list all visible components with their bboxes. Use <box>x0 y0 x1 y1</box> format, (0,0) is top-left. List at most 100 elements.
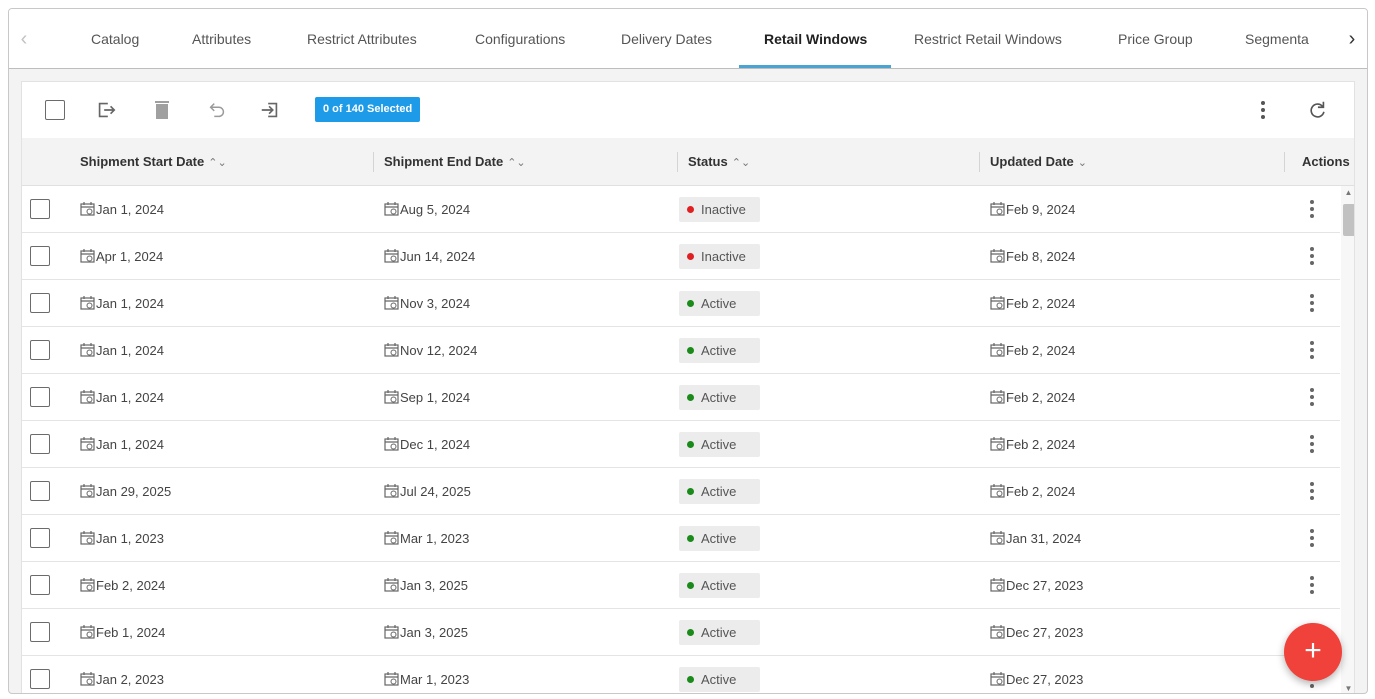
tab-retail-windows[interactable]: Retail Windows <box>764 9 867 69</box>
row-actions-icon[interactable] <box>1305 386 1319 408</box>
table-row[interactable]: Feb 1, 2024 Jan 3, 2025 Active Dec 27, 2… <box>22 609 1340 656</box>
row-checkbox[interactable] <box>30 622 50 642</box>
row-actions-icon[interactable] <box>1305 527 1319 549</box>
row-checkbox[interactable] <box>30 575 50 595</box>
calendar-icon <box>384 249 399 263</box>
calendar-icon <box>990 296 1005 310</box>
table-row[interactable]: Apr 1, 2024 Jun 14, 2024 Inactive Feb 8,… <box>22 233 1340 280</box>
end-date-cell: Jul 24, 2025 <box>384 468 471 515</box>
updated-date-cell: Feb 2, 2024 <box>990 327 1075 374</box>
calendar-icon <box>80 343 95 357</box>
calendar-icon <box>990 672 1005 686</box>
start-date-cell: Jan 1, 2024 <box>80 421 164 468</box>
row-actions-icon[interactable] <box>1305 339 1319 361</box>
table-row[interactable]: Jan 2, 2023 Mar 1, 2023 Active Dec 27, 2… <box>22 656 1340 693</box>
import-icon[interactable] <box>257 97 283 123</box>
calendar-icon <box>990 531 1005 545</box>
status-dot <box>687 441 694 448</box>
table-row[interactable]: Jan 1, 2024 Nov 3, 2024 Active Feb 2, 20… <box>22 280 1340 327</box>
row-actions-icon[interactable] <box>1305 480 1319 502</box>
col-updated-date[interactable]: Updated Date ⌄ <box>990 138 1087 186</box>
sort-icon: ⌃⌄ <box>507 157 526 169</box>
table-row[interactable]: Jan 1, 2024 Nov 12, 2024 Active Feb 2, 2… <box>22 327 1340 374</box>
status-dot <box>687 394 694 401</box>
tab-attributes[interactable]: Attributes <box>192 9 251 69</box>
row-actions-icon[interactable] <box>1305 198 1319 220</box>
more-vert-icon[interactable] <box>1250 97 1276 123</box>
tab-segmenta[interactable]: Segmenta <box>1245 9 1309 69</box>
calendar-icon <box>384 578 399 592</box>
updated-date-cell: Dec 27, 2023 <box>990 562 1083 609</box>
delete-icon[interactable] <box>149 97 175 123</box>
tab-restrict-retail-windows[interactable]: Restrict Retail Windows <box>914 9 1062 69</box>
status-dot <box>687 206 694 213</box>
export-icon[interactable] <box>93 97 119 123</box>
row-checkbox[interactable] <box>30 528 50 548</box>
table-row[interactable]: Jan 1, 2024 Aug 5, 2024 Inactive Feb 9, … <box>22 186 1340 233</box>
table-row[interactable]: Feb 2, 2024 Jan 3, 2025 Active Dec 27, 2… <box>22 562 1340 609</box>
table-row[interactable]: Jan 29, 2025 Jul 24, 2025 Active Feb 2, … <box>22 468 1340 515</box>
vertical-scrollbar[interactable]: ▲ ▼ <box>1341 186 1354 693</box>
calendar-icon <box>80 437 95 451</box>
calendar-icon <box>990 625 1005 639</box>
table-row[interactable]: Jan 1, 2023 Mar 1, 2023 Active Jan 31, 2… <box>22 515 1340 562</box>
tab-catalog[interactable]: Catalog <box>91 9 139 69</box>
tab-restrict-attributes[interactable]: Restrict Attributes <box>307 9 417 69</box>
refresh-icon[interactable] <box>1304 97 1330 123</box>
row-actions-icon[interactable] <box>1305 245 1319 267</box>
column-divider <box>979 152 980 172</box>
sort-icon: ⌄ <box>1077 157 1088 169</box>
calendar-icon <box>384 531 399 545</box>
add-retail-window-button[interactable]: + <box>1284 623 1342 681</box>
start-date-cell: Feb 1, 2024 <box>80 609 165 656</box>
status-dot <box>687 347 694 354</box>
tab-configurations[interactable]: Configurations <box>475 9 565 69</box>
table-row[interactable]: Jan 1, 2024 Sep 1, 2024 Active Feb 2, 20… <box>22 374 1340 421</box>
start-date-cell: Jan 1, 2023 <box>80 515 164 562</box>
row-checkbox[interactable] <box>30 199 50 219</box>
scroll-up-icon[interactable]: ▲ <box>1341 186 1354 200</box>
tab-delivery-dates[interactable]: Delivery Dates <box>621 9 712 69</box>
col-status[interactable]: Status ⌃⌄ <box>688 138 750 186</box>
selection-count-badge: 0 of 140 Selected <box>315 97 421 122</box>
status-badge: Active <box>679 432 760 457</box>
col-shipment-start-date[interactable]: Shipment Start Date ⌃⌄ <box>80 138 227 186</box>
row-checkbox[interactable] <box>30 340 50 360</box>
status-badge: Active <box>679 620 760 645</box>
sort-icon: ⌃⌄ <box>208 157 227 169</box>
row-checkbox[interactable] <box>30 293 50 313</box>
calendar-icon <box>990 390 1005 404</box>
tab-price-group[interactable]: Price Group <box>1118 9 1193 69</box>
calendar-icon <box>384 390 399 404</box>
scrollbar-thumb[interactable] <box>1343 204 1354 236</box>
row-checkbox[interactable] <box>30 387 50 407</box>
status-dot <box>687 253 694 260</box>
row-checkbox[interactable] <box>30 434 50 454</box>
tab-scroll-left-icon[interactable]: ‹ <box>9 9 39 69</box>
calendar-icon <box>80 531 95 545</box>
row-actions-icon[interactable] <box>1305 574 1319 596</box>
col-shipment-end-date[interactable]: Shipment End Date ⌃⌄ <box>384 138 526 186</box>
end-date-cell: Nov 3, 2024 <box>384 280 470 327</box>
updated-date-cell: Feb 9, 2024 <box>990 186 1075 233</box>
calendar-icon <box>384 343 399 357</box>
table-row[interactable]: Jan 1, 2024 Dec 1, 2024 Active Feb 2, 20… <box>22 421 1340 468</box>
app-window: ‹ Catalog Attributes Restrict Attributes… <box>8 8 1368 694</box>
updated-date-cell: Feb 2, 2024 <box>990 421 1075 468</box>
tab-scroll-right-icon[interactable]: › <box>1337 9 1367 69</box>
column-divider <box>373 152 374 172</box>
scroll-down-icon[interactable]: ▼ <box>1341 682 1354 693</box>
row-checkbox[interactable] <box>30 481 50 501</box>
row-actions-icon[interactable] <box>1305 292 1319 314</box>
row-checkbox[interactable] <box>30 669 50 689</box>
status-dot <box>687 676 694 683</box>
start-date-cell: Jan 1, 2024 <box>80 327 164 374</box>
tab-bar: ‹ Catalog Attributes Restrict Attributes… <box>9 9 1367 69</box>
calendar-icon <box>80 578 95 592</box>
undo-icon[interactable] <box>204 97 230 123</box>
row-checkbox[interactable] <box>30 246 50 266</box>
select-all-checkbox[interactable] <box>42 97 68 123</box>
row-actions-icon[interactable] <box>1305 433 1319 455</box>
end-date-cell: Mar 1, 2023 <box>384 656 469 693</box>
status-dot <box>687 535 694 542</box>
